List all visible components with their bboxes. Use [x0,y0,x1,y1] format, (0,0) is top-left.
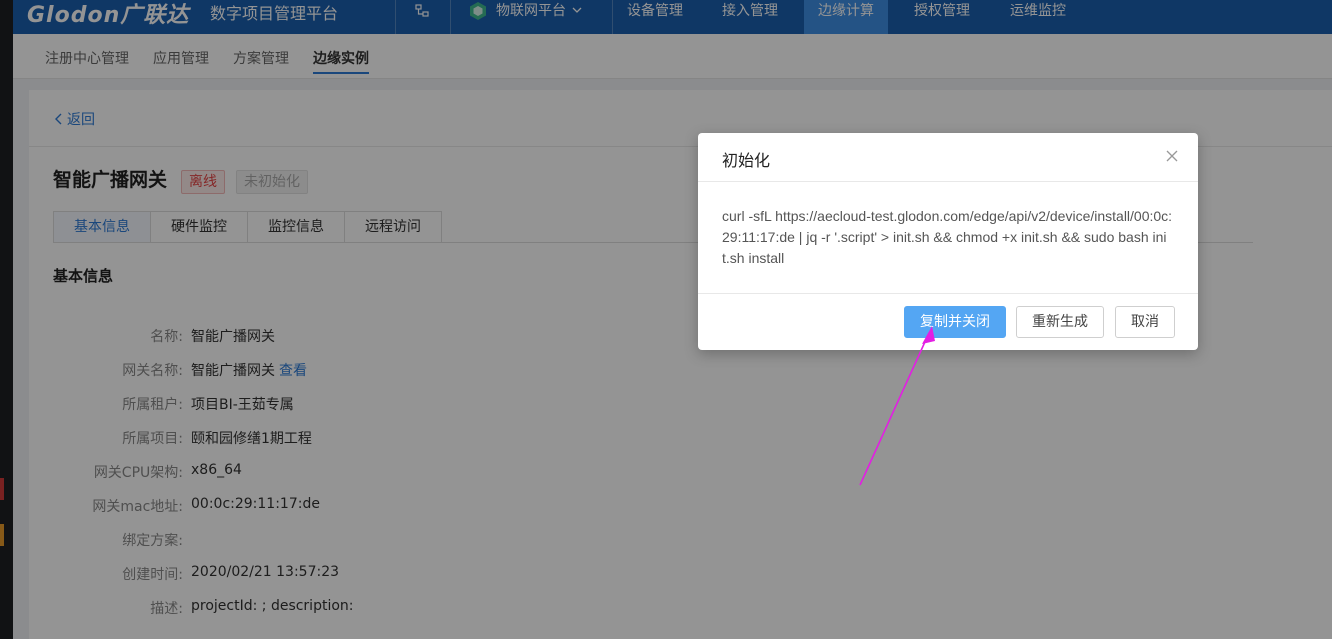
copy-and-close-button[interactable]: 复制并关闭 [904,306,1006,338]
init-dialog: 初始化 curl -sfL https://aecloud-test.glodo… [698,133,1198,350]
regenerate-button[interactable]: 重新生成 [1016,306,1104,338]
dialog-divider [698,181,1198,182]
cancel-button[interactable]: 取消 [1115,306,1175,338]
dialog-title: 初始化 [722,151,771,170]
close-icon[interactable] [1166,150,1178,162]
install-command-text: curl -sfL https://aecloud-test.glodon.co… [722,208,1173,266]
dialog-divider [698,293,1198,294]
